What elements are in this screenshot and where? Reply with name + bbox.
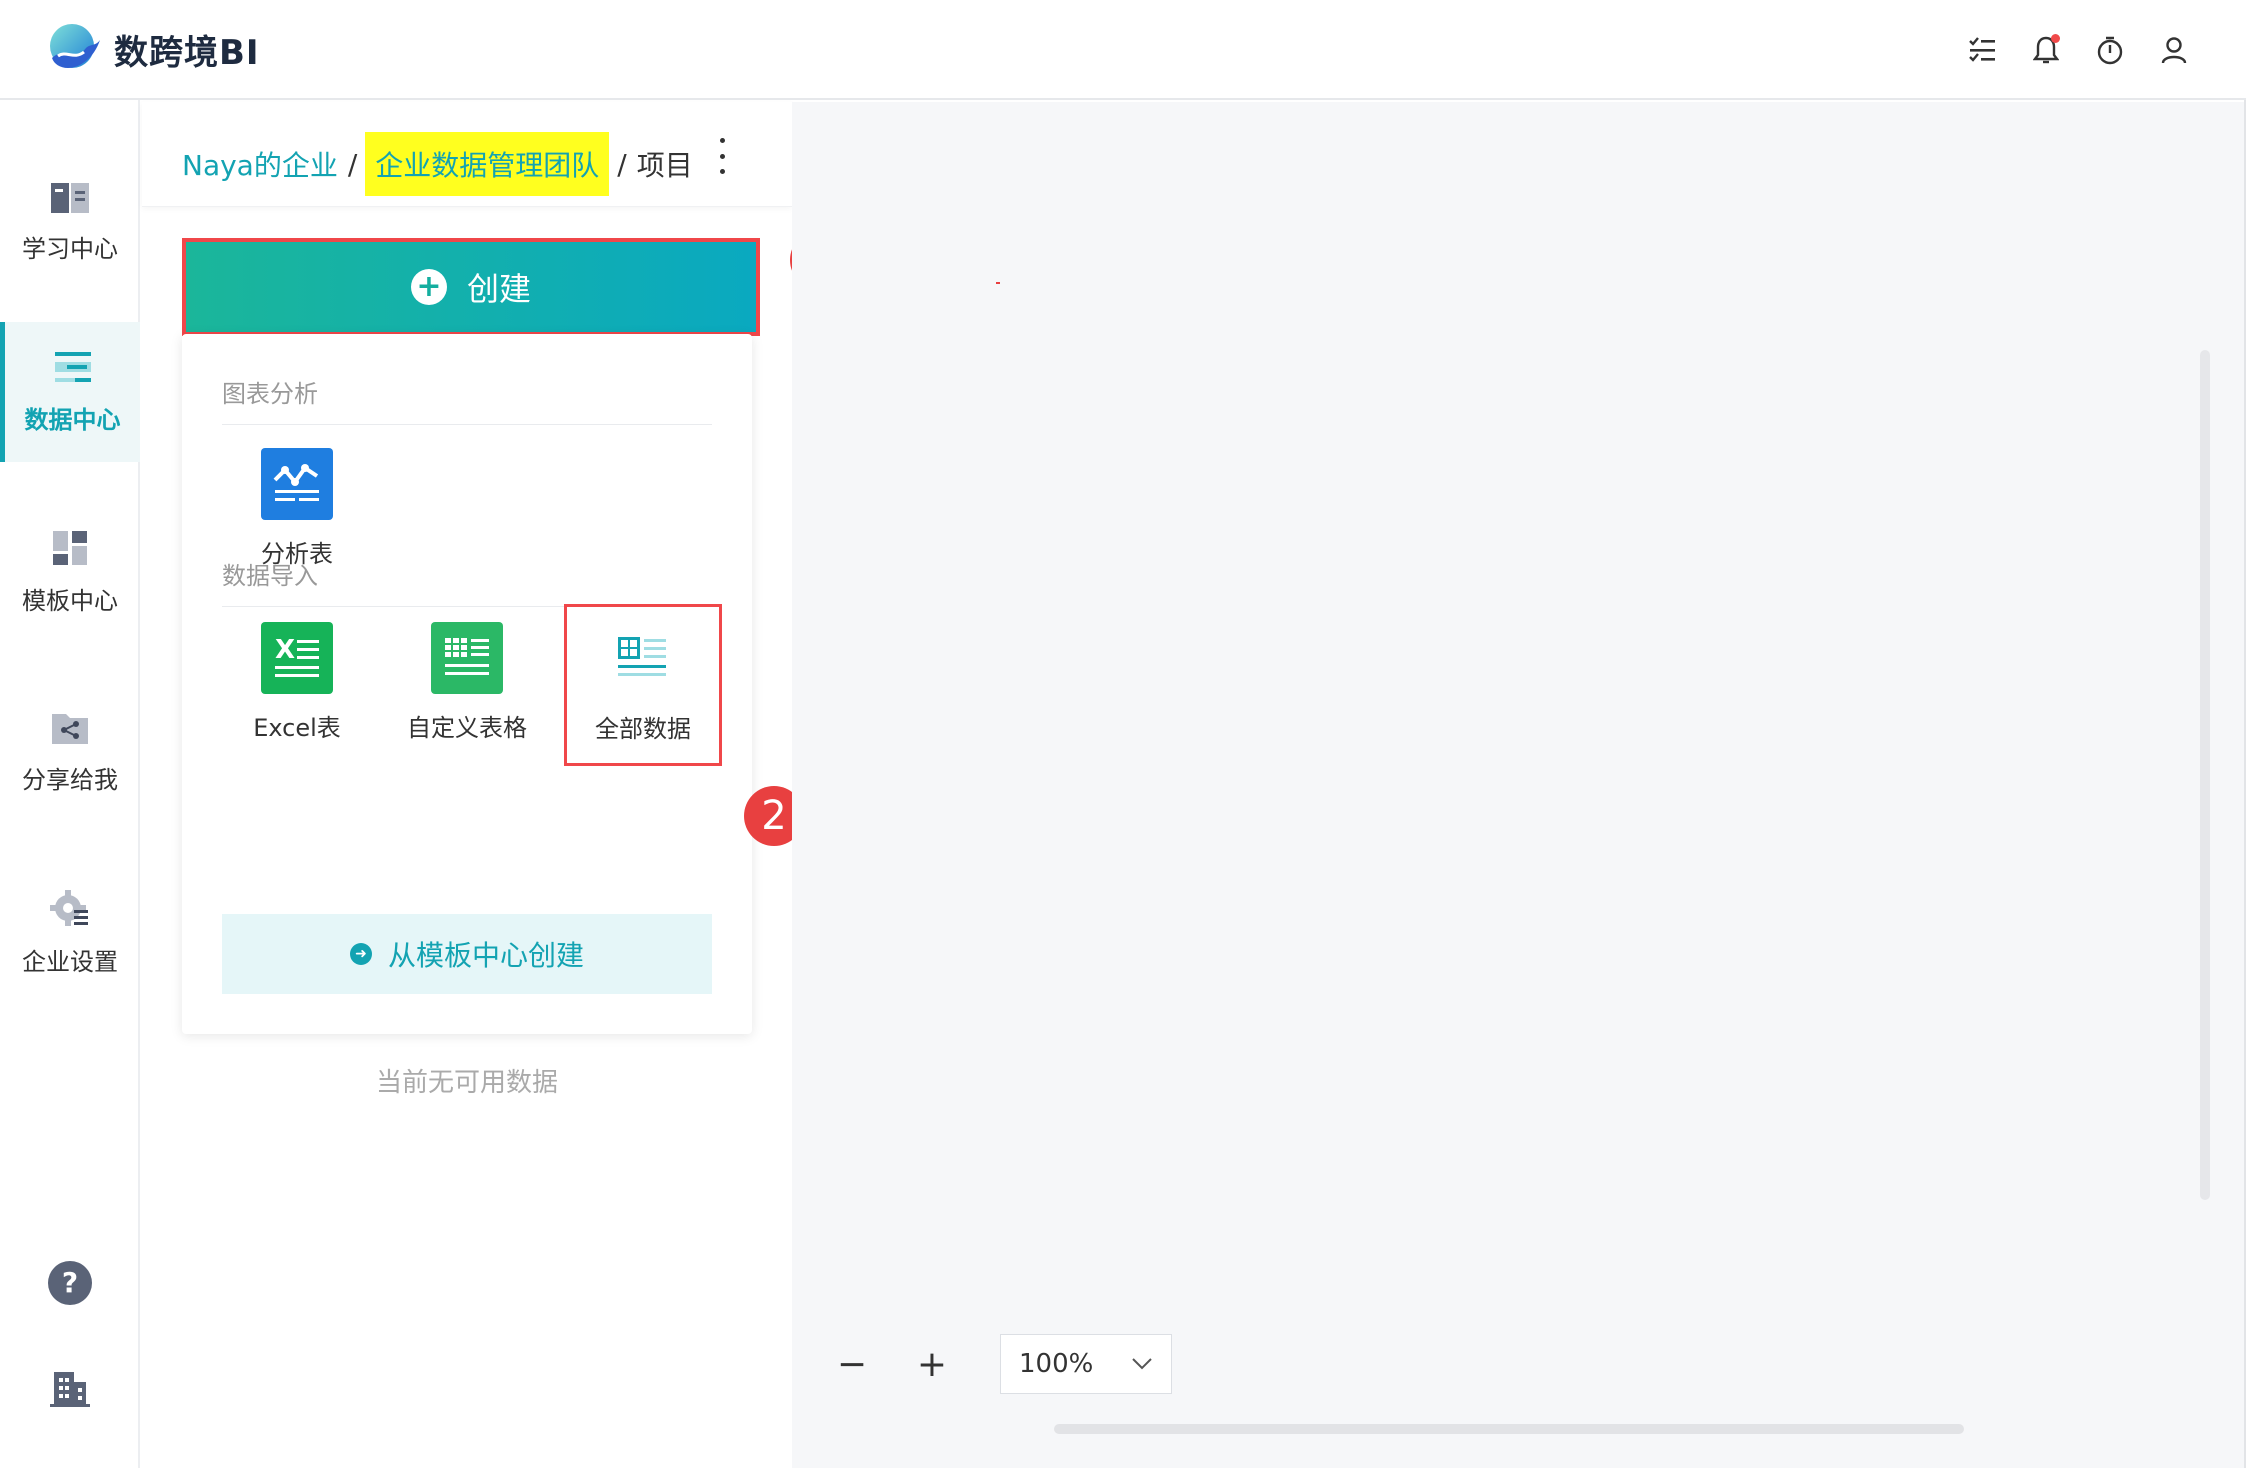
analysis-chart-icon: [261, 448, 333, 520]
vertical-scrollbar[interactable]: [2200, 350, 2210, 1200]
custom-table-option[interactable]: 自定义表格: [392, 606, 542, 766]
shared-folder-icon: [52, 713, 88, 744]
breadcrumb-team[interactable]: 企业数据管理团队: [365, 132, 610, 196]
app-logo[interactable]: 数跨境BI: [44, 18, 260, 80]
logo-icon: [50, 24, 100, 68]
building-icon: [50, 1372, 90, 1407]
stray-mark: [996, 282, 1000, 284]
app-name: 数跨境BI: [114, 32, 260, 73]
nav-item-learning-center[interactable]: 学习中心: [0, 152, 140, 292]
nav-item-template-center[interactable]: 模板中心: [0, 502, 140, 642]
plus-circle-icon: +: [410, 269, 447, 305]
section-title-chart-analysis: 图表分析: [222, 380, 318, 408]
left-nav: 学习中心 数据中心 模板中心 分享给我 企业设置 ?: [0, 100, 140, 1468]
svg-text:?: ?: [62, 1266, 78, 1299]
project-panel: Naya的企业 / 企业数据管理团队 / 项目 + 创建 1 图表分析 分析表 …: [142, 102, 850, 1468]
arrow-right-circle-icon: ➜: [349, 943, 372, 965]
timer-icon[interactable]: [2078, 28, 2142, 72]
nav-item-shared-with-me[interactable]: 分享给我: [0, 682, 140, 822]
breadcrumb-org[interactable]: Naya的企业: [182, 144, 338, 184]
nav-label: 数据中心: [24, 405, 121, 434]
all-data-icon: [607, 623, 679, 695]
zoom-in-button[interactable]: +: [902, 1339, 962, 1389]
nav-label: 分享给我: [22, 765, 118, 794]
nav-item-enterprise-settings[interactable]: 企业设置: [0, 862, 140, 1002]
help-icon: ?: [48, 1261, 92, 1305]
section-title-data-import: 数据导入: [222, 562, 318, 590]
create-from-template-label: 从模板中心创建: [387, 939, 584, 972]
excel-import-label: Excel表: [253, 714, 341, 742]
user-icon[interactable]: [2142, 28, 2206, 72]
data-list-icon: [54, 351, 91, 382]
book-icon: [51, 182, 89, 213]
empty-state-text: 当前无可用数据: [375, 1068, 558, 1098]
breadcrumb-separator: /: [347, 147, 358, 181]
create-button[interactable]: + 创建: [182, 238, 760, 336]
help-button[interactable]: ?: [0, 1260, 140, 1306]
custom-table-icon: [431, 622, 503, 694]
breadcrumb: Naya的企业 / 企业数据管理团队 / 项目: [182, 132, 693, 196]
nav-label: 模板中心: [22, 586, 118, 615]
nav-item-data-center[interactable]: 数据中心: [0, 322, 140, 462]
create-from-template-button[interactable]: ➜ 从模板中心创建: [222, 914, 712, 994]
excel-icon: X: [261, 622, 333, 694]
zoom-controls: − + 100%: [822, 1334, 1172, 1394]
canvas-area[interactable]: − + 100%: [792, 102, 2246, 1468]
more-options-button[interactable]: [712, 138, 732, 174]
panel-header: Naya的企业 / 企业数据管理团队 / 项目: [142, 102, 792, 207]
all-data-option[interactable]: 全部数据: [564, 604, 722, 766]
enterprise-button[interactable]: [0, 1368, 140, 1408]
create-dropdown-menu: 图表分析 分析表 数据导入 X Excel表 自定义表格 全部数据 ➜ 从模板中…: [182, 334, 752, 1034]
nav-label: 学习中心: [22, 234, 118, 263]
divider: [222, 424, 712, 425]
breadcrumb-current-page: 项目: [636, 149, 693, 182]
bell-icon[interactable]: [2014, 28, 2078, 72]
excel-import-option[interactable]: X Excel表: [222, 606, 372, 766]
horizontal-scrollbar[interactable]: [1054, 1424, 1964, 1434]
custom-table-label: 自定义表格: [407, 714, 527, 742]
zoom-out-button[interactable]: −: [822, 1339, 882, 1389]
all-data-label: 全部数据: [595, 715, 691, 743]
svg-text:X: X: [275, 635, 295, 665]
zoom-level-value: 100%: [1019, 1349, 1094, 1379]
top-bar: 数跨境BI: [0, 0, 2246, 100]
chevron-down-icon: [1132, 1358, 1152, 1370]
gear-icon: [50, 889, 88, 926]
notification-dot: [2051, 34, 2060, 43]
create-button-label: 创建: [466, 270, 531, 308]
breadcrumb-separator: /: [617, 147, 627, 181]
nav-label: 企业设置: [22, 947, 118, 976]
checklist-icon[interactable]: [1950, 28, 2014, 72]
template-grid-icon: [53, 530, 87, 565]
zoom-level-select[interactable]: 100%: [1000, 1334, 1172, 1394]
